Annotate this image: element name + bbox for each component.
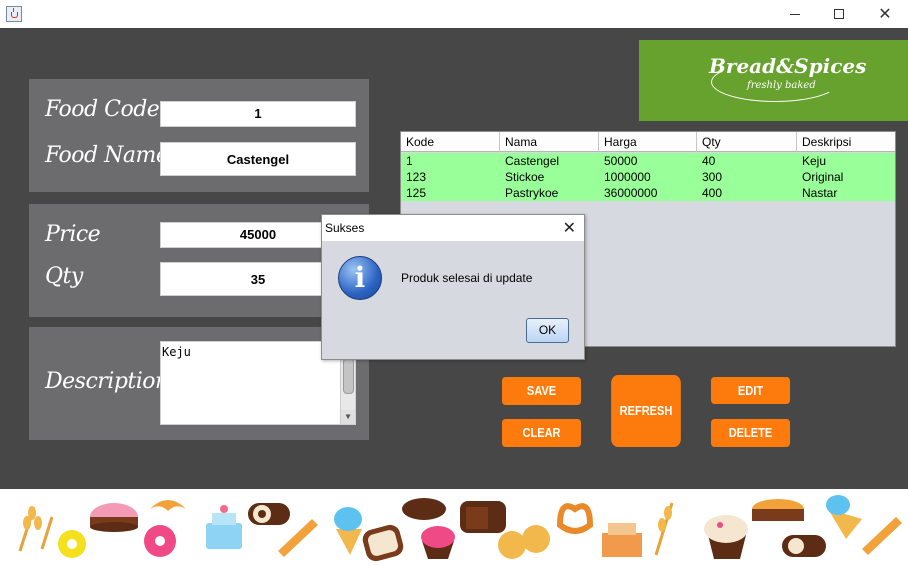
cake-icon <box>90 503 138 532</box>
wheat-icon <box>18 506 54 552</box>
title-bar: ✕ <box>0 0 908 28</box>
info-icon: i <box>338 256 382 300</box>
cell-qty: 400 <box>702 186 723 200</box>
bread-icon <box>402 498 446 520</box>
cell-harga: 1000000 <box>604 170 651 184</box>
layer-cake-icon <box>602 523 642 557</box>
success-dialog: Sukses ✕ i Produk selesai di update OK <box>321 214 585 360</box>
wheat-icon <box>654 502 674 556</box>
roll-cake-icon <box>782 535 826 557</box>
column-header-nama[interactable]: Nama <box>500 132 599 152</box>
pretzel-icon <box>556 503 594 534</box>
column-header-deskripsi[interactable]: Deskripsi <box>797 132 895 152</box>
roll-cake-icon <box>248 503 290 525</box>
muffin-icon <box>704 515 748 559</box>
descriptions-text: Keju <box>162 345 191 359</box>
scroll-down-arrow-icon[interactable]: ▼ <box>341 410 355 424</box>
donut-icon <box>144 525 176 557</box>
dialog-title: Sukses <box>325 221 365 235</box>
table-row[interactable]: 123 Stickoe 1000000 300 Original <box>401 169 895 185</box>
panel-food-identity: Food Code 1 Food Name Castengel <box>29 79 369 192</box>
table-row[interactable]: 125 Pastrykoe 36000000 400 Nastar <box>401 185 895 201</box>
cell-harga: 36000000 <box>604 186 658 200</box>
buns-icon <box>498 525 550 559</box>
baguette-icon <box>278 519 318 557</box>
food-name-field[interactable]: Castengel <box>160 142 356 176</box>
dialog-close-icon[interactable]: ✕ <box>563 218 576 238</box>
food-code-field[interactable]: 1 <box>160 101 356 127</box>
cell-nama: Castengel <box>505 154 560 168</box>
bakery-decoration-strip <box>0 489 908 566</box>
dialog-title-bar: Sukses ✕ <box>322 215 584 241</box>
cell-harga: 50000 <box>604 154 638 168</box>
cupcake-icon <box>421 526 455 559</box>
column-header-qty[interactable]: Qty <box>697 132 797 152</box>
baguette-icon <box>862 517 902 555</box>
cell-deskripsi: Keju <box>802 154 827 168</box>
logo-tagline: freshly baked <box>747 80 816 91</box>
price-label: Price <box>45 222 101 247</box>
table-header: Kode Nama Harga Qty Deskripsi <box>401 132 895 152</box>
brand-logo: Bread&Spices freshly baked <box>639 40 908 121</box>
food-name-label: Food Name <box>45 143 169 168</box>
cell-deskripsi: Original <box>802 170 844 184</box>
cell-kode: 123 <box>406 170 427 184</box>
save-button[interactable]: SAVE <box>501 377 582 405</box>
column-header-kode[interactable]: Kode <box>401 132 500 152</box>
cell-qty: 300 <box>702 170 723 184</box>
close-button[interactable]: ✕ <box>862 0 908 28</box>
cell-qty: 40 <box>702 154 716 168</box>
refresh-button[interactable]: REFRESH <box>611 375 681 447</box>
qty-label: Qty <box>45 264 83 289</box>
panel-price-qty: Price 45000 Qty 35 <box>29 204 369 317</box>
cell-nama: Pastrykoe <box>505 186 559 200</box>
edit-button[interactable]: EDIT <box>710 377 791 404</box>
ok-button[interactable]: OK <box>526 318 569 343</box>
delete-button[interactable]: DELETE <box>710 419 791 447</box>
pie-icon <box>752 499 804 521</box>
toast-icon <box>362 524 404 562</box>
food-code-label: Food Code <box>45 97 160 122</box>
croissant-icon <box>150 500 186 511</box>
bakery-illustrations <box>18 495 902 562</box>
table-row[interactable]: 1 Castengel 50000 40 Keju <box>401 153 895 169</box>
cell-deskripsi: Nastar <box>802 186 838 200</box>
ice-cream-icon <box>334 507 362 555</box>
bread-slice-icon <box>460 501 506 533</box>
minimize-button[interactable] <box>772 0 818 28</box>
cell-kode: 1 <box>406 154 413 168</box>
logo-name: Bread&Spices <box>709 54 867 78</box>
panel-descriptions: Descriptions Keju ▼ <box>29 327 369 440</box>
maximize-button[interactable] <box>816 0 862 28</box>
cell-kode: 125 <box>406 186 427 200</box>
dialog-message: Produk selesai di update <box>401 271 533 285</box>
cell-nama: Stickoe <box>505 170 545 184</box>
ice-cream-icon <box>826 495 862 539</box>
column-header-harga[interactable]: Harga <box>599 132 697 152</box>
layer-cake-icon <box>206 505 242 549</box>
java-icon <box>6 6 22 22</box>
scrollbar-thumb[interactable] <box>343 358 354 394</box>
clear-button[interactable]: CLEAR <box>501 419 582 447</box>
